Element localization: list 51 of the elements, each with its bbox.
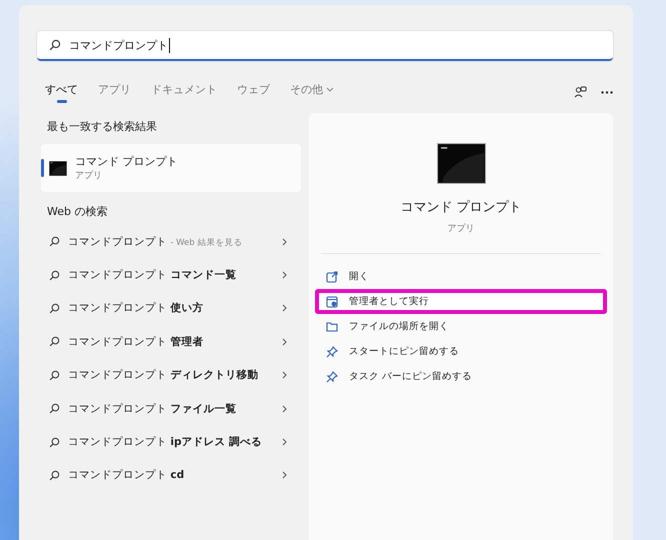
app-type: アプリ bbox=[448, 222, 474, 235]
best-match-item[interactable]: コマンド プロンプト アプリ bbox=[41, 144, 301, 192]
web-search-item[interactable]: コマンドプロンプト cd bbox=[41, 458, 301, 492]
action-item[interactable]: 開く bbox=[315, 264, 607, 289]
app-title: コマンド プロンプト bbox=[400, 199, 522, 216]
chevron-right-icon bbox=[282, 271, 287, 280]
chevron-right-icon bbox=[282, 438, 287, 446]
filter-tab[interactable]: アプリ bbox=[98, 82, 131, 102]
chevron-right-icon bbox=[282, 338, 287, 346]
search-field[interactable]: コマンドプロンプト bbox=[37, 31, 613, 61]
web-search-item[interactable]: コマンドプロンプト ディレクトリ移動 bbox=[41, 358, 301, 392]
chevron-down-icon bbox=[326, 86, 334, 92]
search-icon bbox=[49, 236, 60, 248]
action-item[interactable]: タスク バーにピン留めする bbox=[315, 364, 607, 389]
chevron-right-icon bbox=[282, 304, 287, 312]
filter-tab[interactable]: ウェブ bbox=[237, 82, 270, 102]
section-heading: 最も一致する検索結果 bbox=[47, 119, 158, 134]
web-search-item[interactable]: コマンドプロンプト ファイル一覧 bbox=[41, 392, 301, 426]
web-search-item[interactable]: コマンドプロンプト コマンド一覧 bbox=[41, 258, 301, 292]
action-item[interactable]: スタートにピン留めする bbox=[315, 339, 607, 364]
search-icon bbox=[49, 302, 60, 314]
web-search-item[interactable]: コマンドプロンプト 使い方 bbox=[41, 292, 301, 326]
filter-tab[interactable]: ドキュメント bbox=[151, 82, 217, 102]
terminal-icon bbox=[49, 160, 67, 176]
search-icon bbox=[49, 370, 60, 381]
chevron-right-icon bbox=[282, 238, 287, 246]
pin-icon bbox=[326, 346, 338, 358]
search-icon bbox=[49, 39, 61, 51]
search-icon bbox=[49, 436, 60, 448]
shield-window-icon bbox=[326, 296, 338, 308]
external-link-icon bbox=[326, 270, 338, 282]
search-icon bbox=[49, 403, 60, 414]
search-icon bbox=[49, 470, 60, 481]
folder-icon bbox=[326, 321, 338, 332]
section-heading: Web の検索 bbox=[47, 204, 108, 219]
chevron-right-icon bbox=[282, 471, 287, 480]
search-icon bbox=[49, 336, 60, 348]
chevron-right-icon bbox=[282, 404, 287, 413]
action-item[interactable]: 管理者として実行 bbox=[315, 289, 607, 314]
pin-icon bbox=[326, 370, 338, 382]
filter-tab[interactable]: すべて bbox=[45, 82, 78, 102]
more-options-button[interactable] bbox=[601, 90, 613, 94]
terminal-app-icon bbox=[436, 143, 486, 184]
web-search-item[interactable]: コマンドプロンプト 管理者 bbox=[41, 325, 301, 359]
search-icon bbox=[49, 270, 60, 281]
filter-tab[interactable]: その他 bbox=[290, 82, 334, 102]
chevron-right-icon bbox=[282, 371, 287, 380]
account-switch-button[interactable] bbox=[574, 86, 587, 98]
web-search-item[interactable]: コマンドプロンプト ipアドレス 調べる bbox=[41, 425, 301, 459]
action-item[interactable]: ファイルの場所を開く bbox=[315, 314, 607, 339]
web-search-item[interactable]: コマンドプロンプト - Web 結果を見る bbox=[41, 225, 301, 258]
